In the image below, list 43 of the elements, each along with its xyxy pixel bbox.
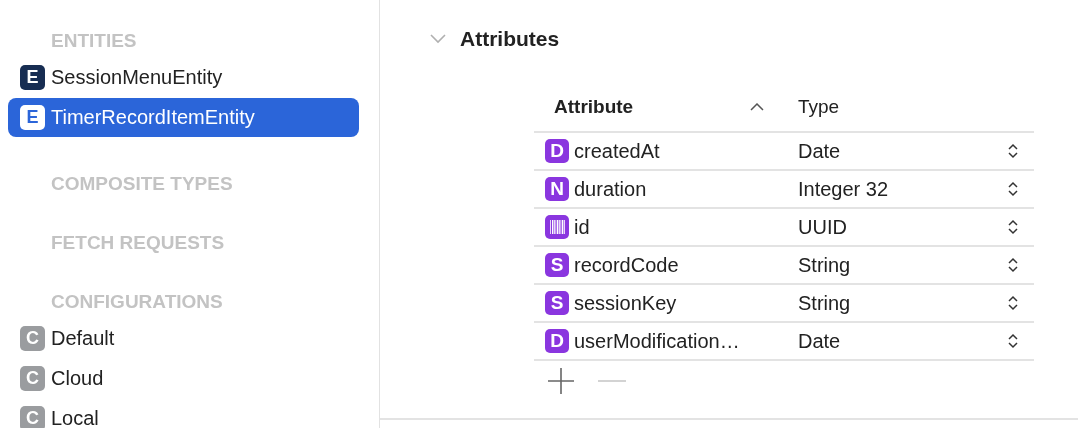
section-header: CONFIGURATIONS — [50, 290, 224, 314]
attribute-name: recordCode — [574, 253, 679, 277]
attribute-name: createdAt — [574, 139, 660, 163]
entity-icon: E — [20, 65, 45, 90]
type-popup[interactable]: String — [778, 291, 1034, 315]
sidebar-item[interactable]: C Cloud — [8, 359, 359, 398]
attribute-name: sessionKey — [574, 291, 677, 315]
stepper-icon — [1008, 257, 1018, 273]
type-icon: N — [545, 177, 569, 201]
type-icon: D — [545, 329, 569, 353]
column-header[interactable]: Attribute — [534, 92, 778, 121]
stepper-icon — [1008, 333, 1018, 349]
attribute-name: id — [574, 215, 590, 239]
section-header: COMPOSITE TYPES — [50, 172, 234, 196]
type-popup[interactable]: Date — [778, 139, 1034, 163]
barcode-icon — [545, 215, 569, 239]
section-header: FETCH REQUESTS — [50, 231, 226, 255]
type-popup[interactable]: Date — [778, 329, 1034, 353]
type-icon: S — [545, 291, 569, 315]
sidebar-item[interactable]: C Default — [8, 319, 359, 358]
stepper-icon — [1008, 295, 1018, 311]
stepper-icon — [1008, 143, 1018, 159]
sidebar-item[interactable]: E TimerRecordItemEntity — [8, 98, 359, 137]
configuration-icon: C — [20, 366, 45, 391]
entity-icon: E — [20, 105, 45, 130]
section-title: Attributes — [460, 27, 560, 51]
chevron-icon[interactable] — [430, 34, 446, 44]
type-popup[interactable]: UUID — [778, 215, 1034, 239]
attribute-name: duration — [574, 177, 647, 201]
section-header: ENTITIES — [50, 29, 138, 53]
type-popup[interactable]: Integer 32 — [778, 177, 1034, 201]
sidebar-item[interactable]: E SessionMenuEntity — [8, 58, 359, 97]
type-icon: D — [545, 139, 569, 163]
type-popup[interactable]: String — [778, 253, 1034, 277]
column-header[interactable]: Type — [778, 92, 840, 121]
sidebar-item[interactable]: C Local — [8, 399, 359, 428]
configuration-icon: C — [20, 406, 45, 428]
type-icon: S — [545, 253, 569, 277]
configuration-icon: C — [20, 326, 45, 351]
attribute-name: userModification… — [574, 329, 740, 353]
add-icon[interactable] — [546, 366, 576, 396]
stepper-icon — [1008, 181, 1018, 197]
stepper-icon — [1008, 219, 1018, 235]
